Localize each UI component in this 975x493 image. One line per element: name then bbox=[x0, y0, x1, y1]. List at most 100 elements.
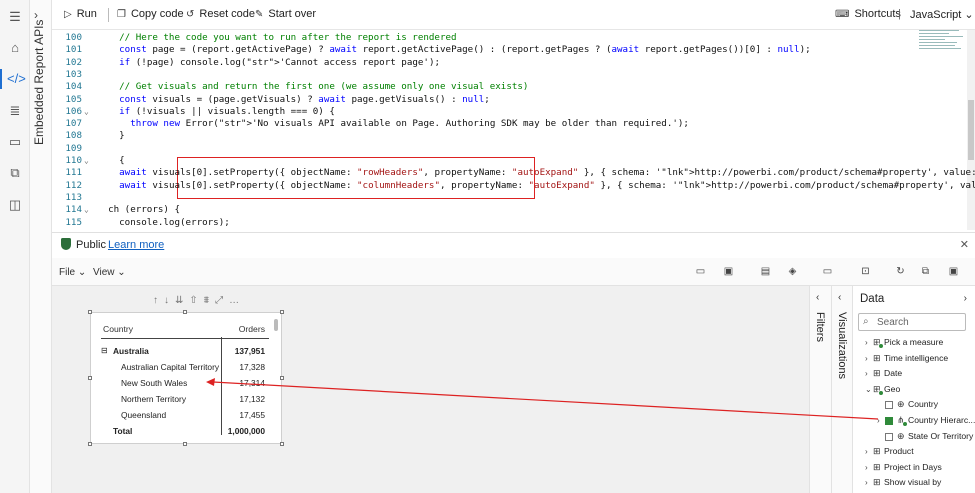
table-icon: ⊞ bbox=[873, 477, 881, 488]
shapes-icon[interactable]: ◈ bbox=[787, 266, 798, 277]
filter-icon[interactable]: ⩩ bbox=[204, 295, 209, 306]
field-item[interactable]: ⊕ Country bbox=[853, 397, 975, 413]
fold-icon[interactable]: ⌄ bbox=[84, 155, 89, 167]
sliders-icon[interactable]: ⧉ bbox=[7, 165, 23, 181]
expand-level-icon[interactable]: ⇧ bbox=[189, 295, 197, 306]
field-checkbox[interactable] bbox=[885, 432, 893, 441]
refresh-icon[interactable]: ↻ bbox=[895, 266, 906, 277]
matrix-row[interactable]: Total 1,000,000 bbox=[91, 423, 279, 439]
comment-icon[interactable]: ▭ bbox=[695, 266, 706, 277]
matrix-row[interactable]: ⊟ Australia 137,951 bbox=[91, 343, 279, 359]
scrollbar-thumb[interactable] bbox=[968, 100, 974, 160]
run-button[interactable]: ▷ Run bbox=[64, 8, 97, 20]
view-menu[interactable]: View ⌄ bbox=[93, 267, 126, 278]
expand-all-icon[interactable]: ⇊ bbox=[175, 295, 183, 306]
chevron-right-icon[interactable]: › bbox=[865, 366, 868, 382]
chevron-right-icon[interactable]: › bbox=[865, 460, 868, 476]
monitor-icon[interactable]: ▭ bbox=[7, 134, 23, 150]
left-rail: ☰ ⌂ </> ≣ ▭ ⧉ ◫ bbox=[0, 0, 30, 493]
reset-code-button[interactable]: ↺ Reset code bbox=[186, 8, 255, 20]
list-icon[interactable]: ≣ bbox=[7, 103, 23, 119]
start-over-button[interactable]: ✎ Start over bbox=[255, 8, 316, 20]
code-minimap[interactable] bbox=[919, 30, 967, 60]
visualizations-pane[interactable]: ‹ Visualizations bbox=[831, 286, 853, 493]
copy-label: Copy code bbox=[130, 8, 184, 20]
line-number: 107 bbox=[65, 118, 82, 130]
book-icon[interactable]: ◫ bbox=[7, 197, 23, 213]
header-orders[interactable]: Orders bbox=[239, 321, 265, 337]
field-item[interactable]: › ⊞ Date bbox=[853, 366, 975, 382]
resize-handle[interactable] bbox=[88, 310, 92, 314]
close-icon[interactable]: ✕ bbox=[960, 238, 969, 251]
code-text: await visuals[0].setProperty({ objectNam… bbox=[119, 179, 975, 191]
line-number: 115 bbox=[65, 216, 82, 228]
matrix-row[interactable]: Australian Capital Territory 17,328 bbox=[91, 359, 279, 375]
learn-more-link[interactable]: Learn more bbox=[108, 239, 164, 251]
matrix-row[interactable]: Queensland 17,455 bbox=[91, 407, 279, 423]
chevron-right-icon[interactable]: › bbox=[865, 444, 868, 460]
field-label: Country Hierarc... bbox=[908, 414, 975, 425]
menu-icon[interactable]: ☰ bbox=[7, 9, 23, 25]
chevron-left-icon[interactable]: ‹ bbox=[816, 292, 819, 303]
home-icon[interactable]: ⌂ bbox=[7, 40, 23, 56]
filters-pane[interactable]: ‹ Filters bbox=[809, 286, 831, 493]
resize-handle[interactable] bbox=[280, 442, 284, 446]
code-icon[interactable]: </> bbox=[0, 69, 26, 89]
line-number: 109 bbox=[65, 142, 82, 154]
row-value: 17,455 bbox=[239, 410, 265, 420]
file-menu[interactable]: File ⌄ bbox=[59, 267, 86, 278]
chevron-right-icon[interactable]: › bbox=[877, 413, 880, 429]
matrix-row[interactable]: New South Wales 17,314 bbox=[91, 375, 279, 391]
focus-mode-icon[interactable]: ⤢ bbox=[215, 295, 223, 306]
data-search-input[interactable]: ⌕ Search bbox=[858, 313, 966, 331]
resize-handle[interactable] bbox=[183, 442, 187, 446]
field-item[interactable]: › ⊞ Show visual by bbox=[853, 475, 975, 491]
more-options-icon[interactable]: … bbox=[229, 295, 239, 306]
chevron-right-icon[interactable]: › bbox=[865, 475, 868, 491]
share-icon[interactable]: ▣ bbox=[723, 266, 734, 277]
chevron-right-icon[interactable]: › bbox=[964, 293, 967, 304]
resize-handle[interactable] bbox=[280, 376, 284, 380]
field-item[interactable]: › ⊞ Product bbox=[853, 444, 975, 460]
chevron-down-icon[interactable]: ⌄ bbox=[865, 382, 872, 398]
drill-up-icon[interactable]: ↑ bbox=[153, 295, 158, 306]
matrix-visual[interactable]: ↑ ↓ ⇊ ⇧ ⩩ ⤢ … Country Orders ⊟ Australia 137,951… bbox=[88, 295, 284, 446]
present-icon[interactable]: ▭ bbox=[822, 266, 833, 277]
copy-code-button[interactable]: ❐ Copy code bbox=[117, 8, 184, 20]
field-label: Date bbox=[884, 368, 903, 379]
matrix-row[interactable]: Northern Territory 17,132 bbox=[91, 391, 279, 407]
chevron-right-icon[interactable]: › bbox=[865, 351, 868, 367]
play-icon: ▷ bbox=[64, 9, 72, 20]
chevron-left-icon[interactable]: ‹ bbox=[838, 292, 841, 303]
editor-scrollbar[interactable] bbox=[967, 30, 975, 230]
field-item[interactable]: › ⊞ Pick a measure bbox=[853, 335, 975, 351]
code-text: { bbox=[97, 155, 125, 166]
field-checkbox[interactable] bbox=[885, 401, 893, 410]
field-item[interactable]: › ⊞ Time intelligence bbox=[853, 351, 975, 367]
notes-icon[interactable]: ▤ bbox=[760, 266, 771, 277]
fold-icon[interactable]: ⌄ bbox=[84, 106, 89, 118]
code-editor[interactable]: 100 // Here the code you want to run aft… bbox=[52, 30, 975, 230]
chevron-right-icon[interactable]: › bbox=[865, 335, 868, 351]
field-checkbox[interactable] bbox=[885, 416, 893, 425]
shortcuts-button[interactable]: ⌨ Shortcuts bbox=[835, 8, 901, 20]
field-item[interactable]: › ⋔ Country Hierarc... bbox=[853, 413, 975, 429]
collapse-icon[interactable]: ⊟ bbox=[101, 343, 108, 359]
field-label: Time intelligence bbox=[884, 352, 949, 363]
field-item[interactable]: ⌄ ⊞ Geo bbox=[853, 382, 975, 398]
language-select[interactable]: JavaScript ⌄ bbox=[910, 8, 974, 21]
resize-handle[interactable] bbox=[280, 310, 284, 314]
header-country[interactable]: Country bbox=[103, 321, 133, 337]
resize-handle[interactable] bbox=[183, 310, 187, 314]
line-number: 100 bbox=[65, 32, 82, 43]
drill-down-icon[interactable]: ↓ bbox=[164, 295, 169, 306]
fold-icon[interactable]: ⌄ bbox=[84, 204, 89, 216]
resize-handle[interactable] bbox=[88, 442, 92, 446]
toolbar-divider bbox=[108, 8, 109, 22]
field-item[interactable]: ⊕ State Or Territory bbox=[853, 429, 975, 445]
field-item[interactable]: › ⊞ Project in Days bbox=[853, 460, 975, 476]
page-view-icon[interactable]: ⊡ bbox=[860, 266, 871, 277]
visibility-bar: Public Learn more ✕ bbox=[52, 232, 975, 256]
duplicate-icon[interactable]: ⧉ bbox=[920, 266, 931, 277]
save-icon[interactable]: ▣ bbox=[948, 266, 959, 277]
